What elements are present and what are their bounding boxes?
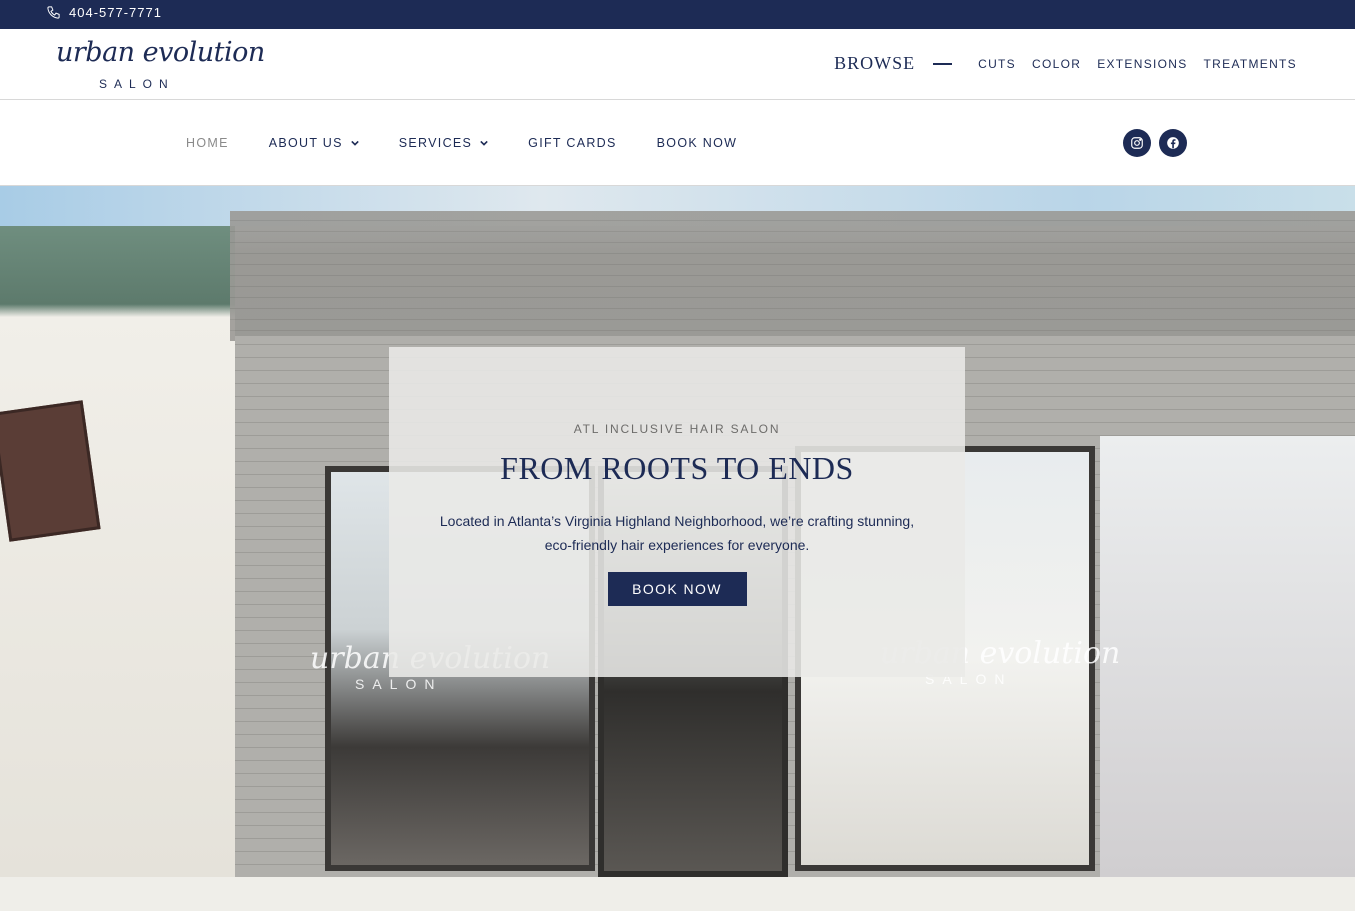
nav-gift-cards-label: GIFT CARDS (528, 136, 617, 150)
nav-services[interactable]: SERVICES (399, 136, 488, 150)
hero-description: Located in Atlanta’s Virginia Highland N… (439, 513, 915, 553)
hero-far-right (1100, 436, 1355, 877)
facebook-button[interactable] (1159, 129, 1187, 157)
hero-neighbor-building (0, 226, 235, 877)
nav-home-label: HOME (186, 136, 229, 150)
browse-label: BROWSE (834, 53, 916, 73)
phone-number: 404-577-7771 (69, 5, 162, 20)
book-now-button[interactable]: BOOK NOW (607, 572, 747, 606)
phone-icon (47, 6, 60, 19)
nav-gift-cards[interactable]: GIFT CARDS (528, 136, 616, 150)
instagram-button[interactable] (1123, 129, 1151, 157)
browse-treatments[interactable]: TREATMENTS (1204, 57, 1297, 71)
hero-parapet (230, 211, 1355, 341)
browse-extensions[interactable]: EXTENSIONS (1097, 57, 1187, 71)
social-links (1123, 129, 1187, 157)
instagram-icon (1131, 137, 1143, 149)
browse-menu: BROWSE CUTS COLOR EXTENSIONS TREATMENTS (834, 53, 1297, 74)
nav-book-now[interactable]: BOOK NOW (657, 136, 738, 150)
facebook-icon (1167, 137, 1179, 149)
nav-book-now-label: BOOK NOW (656, 136, 738, 150)
nav-home[interactable]: HOME (186, 136, 229, 150)
header: urban evolution SALON BROWSE CUTS COLOR … (0, 29, 1355, 100)
chevron-down-icon (351, 140, 359, 146)
hero-card: ATL INCLUSIVE HAIR SALON FROM ROOTS TO E… (389, 347, 965, 677)
logo-script: urban evolution (56, 37, 265, 68)
browse-cuts[interactable]: CUTS (978, 57, 1016, 71)
hero-eyebrow: ATL INCLUSIVE HAIR SALON (573, 422, 781, 436)
hero-title: FROM ROOTS TO ENDS (500, 450, 854, 486)
browse-divider (933, 62, 953, 65)
nav-services-label: SERVICES (398, 136, 473, 150)
nav-about-us-label: ABOUT US (268, 136, 343, 150)
logo-subtitle: SALON (99, 77, 175, 91)
window-logo-left-sub: SALON (355, 676, 443, 692)
browse-color[interactable]: COLOR (1032, 57, 1081, 71)
main-nav: HOME ABOUT US SERVICES GIFT CARDS BOOK N… (0, 100, 1355, 186)
salon-logo[interactable]: urban evolution SALON (56, 37, 265, 93)
next-section (0, 877, 1355, 911)
chevron-down-icon (480, 140, 488, 146)
phone-link[interactable]: 404-577-7771 (46, 5, 162, 20)
hero-hanging-sign (0, 400, 101, 542)
nav-about-us[interactable]: ABOUT US (269, 136, 359, 150)
top-bar: 404-577-7771 (0, 0, 1355, 29)
